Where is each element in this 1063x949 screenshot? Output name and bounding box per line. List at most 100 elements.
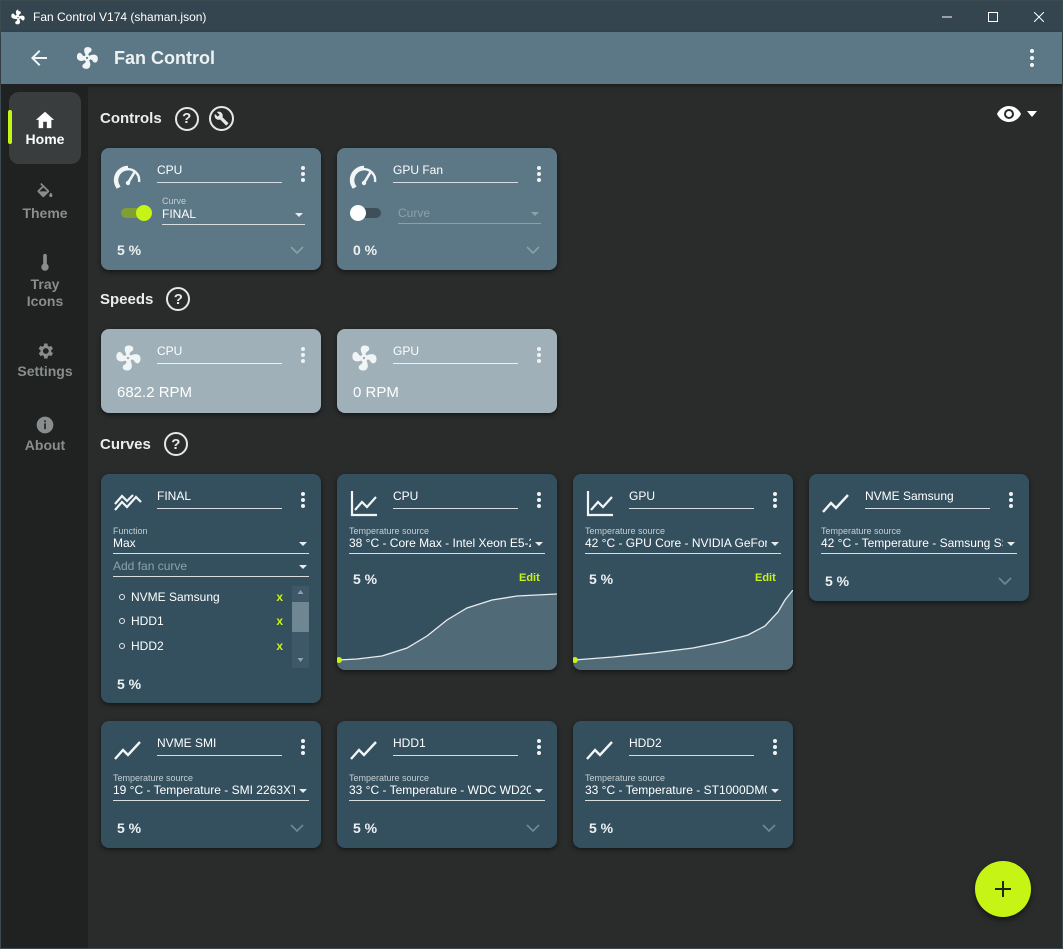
title-bar: Fan Control V174 (shaman.json)	[1, 1, 1062, 32]
curve-name-field[interactable]: NVME Samsung	[865, 489, 990, 509]
visibility-toggle[interactable]	[997, 106, 1037, 122]
chevron-down-icon[interactable]	[526, 824, 540, 832]
sidebar-item-settings[interactable]: Settings	[9, 324, 81, 396]
main-content: Controls ? CPU Curve FINAL 5 % GPU Fan C…	[88, 92, 1059, 946]
controls-heading: Controls	[100, 110, 162, 127]
control-card-gpu-fan[interactable]: GPU Fan Curve 0 %	[337, 148, 557, 270]
control-name-field[interactable]: CPU	[157, 163, 282, 183]
curve-name-field[interactable]: NVME SMI	[157, 736, 282, 756]
wrench-icon	[214, 111, 229, 126]
edit-curve-link[interactable]: Edit	[755, 572, 776, 584]
speed-name-field[interactable]: GPU	[393, 344, 518, 364]
speed-card-gpu[interactable]: GPU 0 RPM	[337, 329, 557, 413]
temperature-source-select[interactable]: 42 °C - GPU Core - NVIDIA GeForc	[585, 536, 781, 554]
dropdown-caret-icon	[535, 789, 543, 793]
temperature-source-select[interactable]: 42 °C - Temperature - Samsung SS	[821, 536, 1017, 554]
function-select[interactable]: Max	[113, 536, 309, 554]
curve-card-hdd2[interactable]: HDD2 Temperature source 33 °C - Temperat…	[573, 721, 793, 848]
chevron-down-icon[interactable]	[290, 824, 304, 832]
chevron-down-icon[interactable]	[762, 824, 776, 832]
remove-fan-curve-button[interactable]: x	[276, 639, 283, 653]
curve-value: 5 %	[825, 573, 850, 589]
control-name-field[interactable]: GPU Fan	[393, 163, 518, 183]
curve-menu-button[interactable]	[537, 492, 541, 510]
sidebar-item-tray-icons[interactable]: Tray Icons	[9, 240, 81, 322]
close-icon	[1034, 11, 1044, 22]
chevron-down-icon[interactable]	[290, 246, 304, 254]
control-enable-toggle[interactable]	[118, 205, 152, 221]
speedometer-icon	[113, 165, 141, 189]
sidebar-item-about[interactable]: About	[9, 398, 81, 470]
speed-name-field[interactable]: CPU	[157, 344, 282, 364]
dropdown-caret-icon	[299, 542, 307, 546]
fan-curve-list: NVME Samsung x HDD1 x HDD2 x	[113, 582, 309, 672]
temperature-source-select[interactable]: 33 °C - Temperature - ST1000DM0	[585, 783, 781, 801]
chevron-down-icon[interactable]	[998, 577, 1012, 585]
speed-menu-button[interactable]	[537, 347, 541, 365]
curve-card-final[interactable]: FINAL Function Max Add fan curve NVME Sa…	[101, 474, 321, 703]
curve-select[interactable]: Curve	[398, 206, 541, 224]
curve-card-hdd1[interactable]: HDD1 Temperature source 33 °C - Temperat…	[337, 721, 557, 848]
temperature-source-select[interactable]: 38 °C - Core Max - Intel Xeon E5-2	[349, 536, 545, 554]
curve-value: 5 %	[117, 820, 142, 836]
curve-name-field[interactable]: HDD2	[629, 736, 754, 756]
back-arrow-icon[interactable]	[27, 46, 51, 70]
more-vertical-icon	[537, 347, 541, 363]
maximize-button[interactable]	[970, 1, 1016, 32]
curve-graph	[337, 593, 557, 670]
curve-menu-button[interactable]	[301, 739, 305, 757]
speeds-heading: Speeds	[100, 290, 154, 308]
curve-menu-button[interactable]	[301, 492, 305, 510]
temperature-source-select[interactable]: 19 °C - Temperature - SMI 2263XT	[113, 783, 309, 801]
curve-value: 5 %	[589, 820, 614, 836]
curve-name-field[interactable]: CPU	[393, 489, 518, 509]
curve-menu-button[interactable]	[537, 739, 541, 757]
sidebar-item-label: Home	[25, 130, 65, 147]
function-select-value: Max	[113, 536, 136, 550]
close-button[interactable]	[1016, 1, 1062, 32]
control-menu-button[interactable]	[537, 166, 541, 184]
curve-name-field[interactable]: GPU	[629, 489, 754, 509]
curve-card-nvme-samsung[interactable]: NVME Samsung Temperature source 42 °C - …	[809, 474, 1029, 601]
curve-name-field[interactable]: HDD1	[393, 736, 518, 756]
more-vertical-icon	[537, 166, 541, 182]
curve-card-gpu[interactable]: GPU Temperature source 42 °C - GPU Core …	[573, 474, 793, 670]
chevron-down-icon[interactable]	[526, 246, 540, 254]
curves-heading: Curves	[100, 435, 151, 453]
control-card-cpu[interactable]: CPU Curve FINAL 5 %	[101, 148, 321, 270]
minimize-button[interactable]	[924, 1, 970, 32]
dropdown-caret-icon	[299, 789, 307, 793]
controls-wrench-button[interactable]	[208, 106, 234, 131]
control-enable-toggle[interactable]	[350, 205, 384, 221]
temperature-source-select[interactable]: 33 °C - Temperature - WDC WD20	[349, 783, 545, 801]
plus-icon	[995, 881, 1011, 897]
list-scrollbar[interactable]	[292, 586, 309, 668]
mix-curve-icon	[114, 494, 142, 511]
speed-menu-button[interactable]	[301, 347, 305, 365]
more-vertical-icon	[301, 739, 305, 755]
control-menu-button[interactable]	[301, 166, 305, 184]
add-fan-curve-select[interactable]: Add fan curve	[113, 559, 309, 577]
sidebar-item-theme[interactable]: Theme	[9, 166, 81, 238]
edit-curve-link[interactable]: Edit	[519, 572, 540, 584]
curve-menu-button[interactable]	[1009, 492, 1013, 510]
app-menu-button[interactable]	[1022, 48, 1042, 68]
sidebar-item-home[interactable]: Home	[8, 92, 81, 164]
temperature-source-value: 42 °C - GPU Core - NVIDIA GeForc	[585, 536, 767, 550]
curve-card-nvme-smi[interactable]: NVME SMI Temperature source 19 °C - Temp…	[101, 721, 321, 848]
curve-menu-button[interactable]	[773, 492, 777, 510]
sidebar-item-label: Tray Icons	[26, 276, 64, 309]
curve-menu-button[interactable]	[773, 739, 777, 757]
curve-name-field[interactable]: FINAL	[157, 489, 282, 509]
add-button[interactable]	[975, 861, 1031, 917]
sidebar-item-label: Settings	[17, 362, 73, 379]
remove-fan-curve-button[interactable]: x	[276, 590, 283, 604]
remove-fan-curve-button[interactable]: x	[276, 614, 283, 628]
curve-card-cpu[interactable]: CPU Temperature source 38 °C - Core Max …	[337, 474, 557, 670]
curves-help-icon[interactable]: ?	[163, 432, 188, 456]
speeds-help-icon[interactable]: ?	[166, 287, 191, 311]
speed-card-cpu[interactable]: CPU 682.2 RPM	[101, 329, 321, 413]
controls-help-icon[interactable]: ?	[174, 106, 199, 131]
app-bar: Fan Control	[1, 32, 1062, 84]
curve-select[interactable]: FINAL	[162, 207, 305, 225]
